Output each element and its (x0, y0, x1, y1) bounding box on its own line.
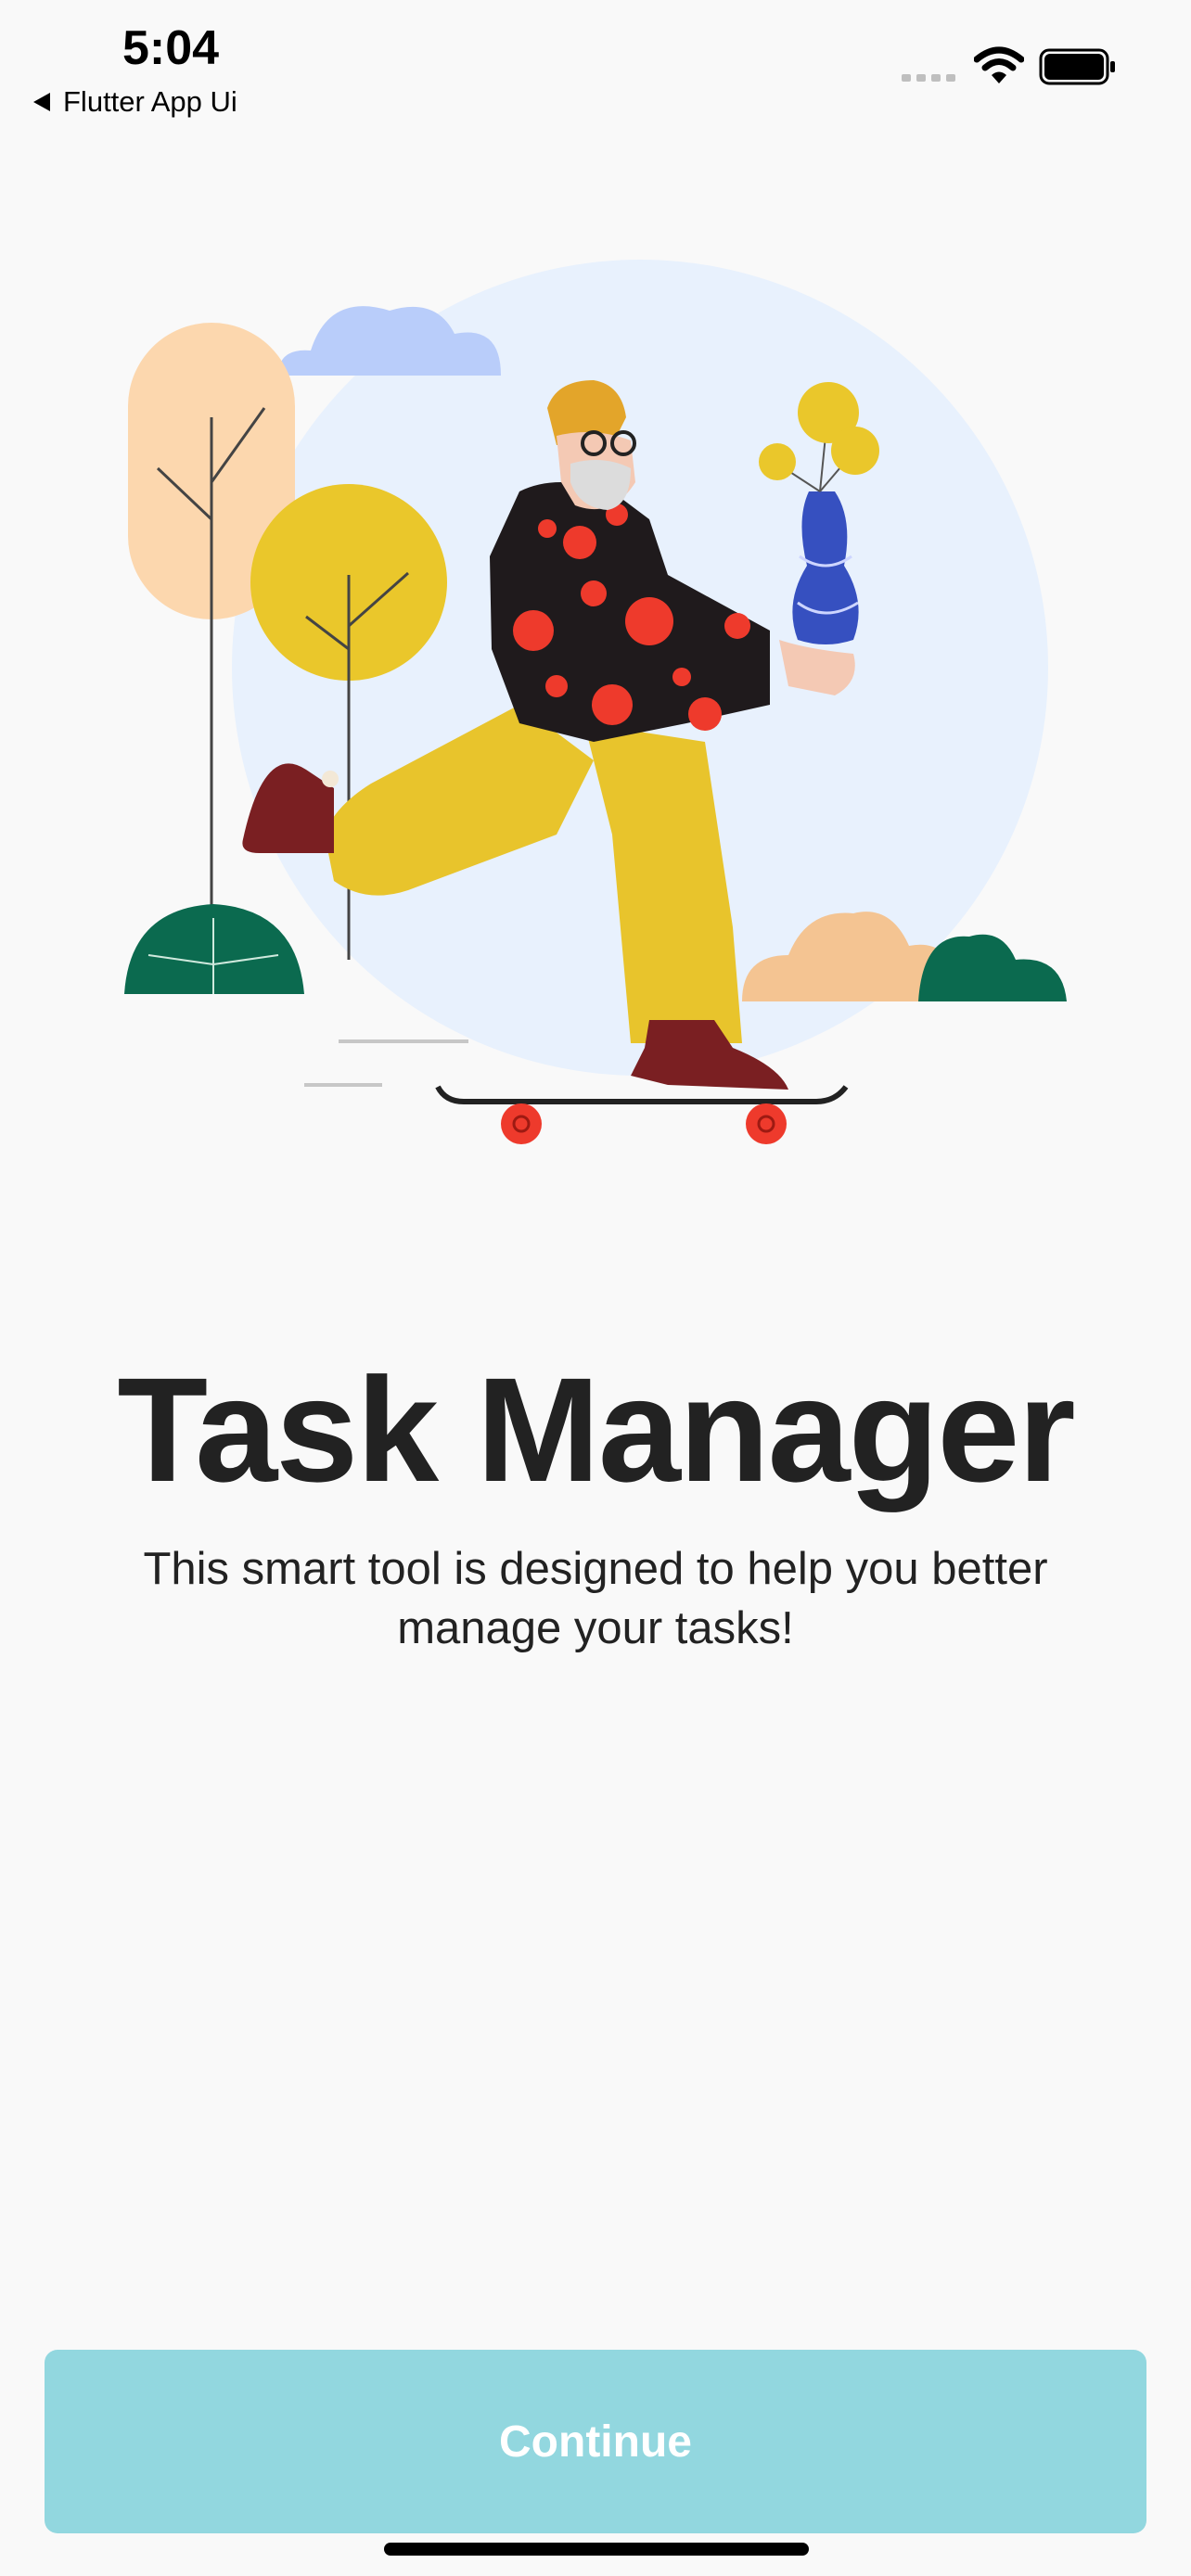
status-time: 5:04 (122, 21, 220, 75)
back-app-label: Flutter App Ui (63, 85, 237, 118)
back-arrow-icon (33, 93, 50, 111)
continue-button[interactable]: Continue (45, 2350, 1146, 2533)
page-subtitle: This smart tool is designed to help you … (143, 1544, 1048, 1653)
battery-icon (1039, 48, 1115, 85)
signal-icon (902, 74, 955, 82)
home-indicator[interactable] (384, 2543, 809, 2556)
skateboarding-man-illustration (124, 260, 1067, 1144)
status-bar: 5:04 Flutter App Ui (0, 0, 1191, 130)
back-to-app-link[interactable]: Flutter App Ui (33, 85, 237, 119)
page-title: Task Manager (117, 1346, 1075, 1512)
wifi-icon (974, 46, 1024, 83)
